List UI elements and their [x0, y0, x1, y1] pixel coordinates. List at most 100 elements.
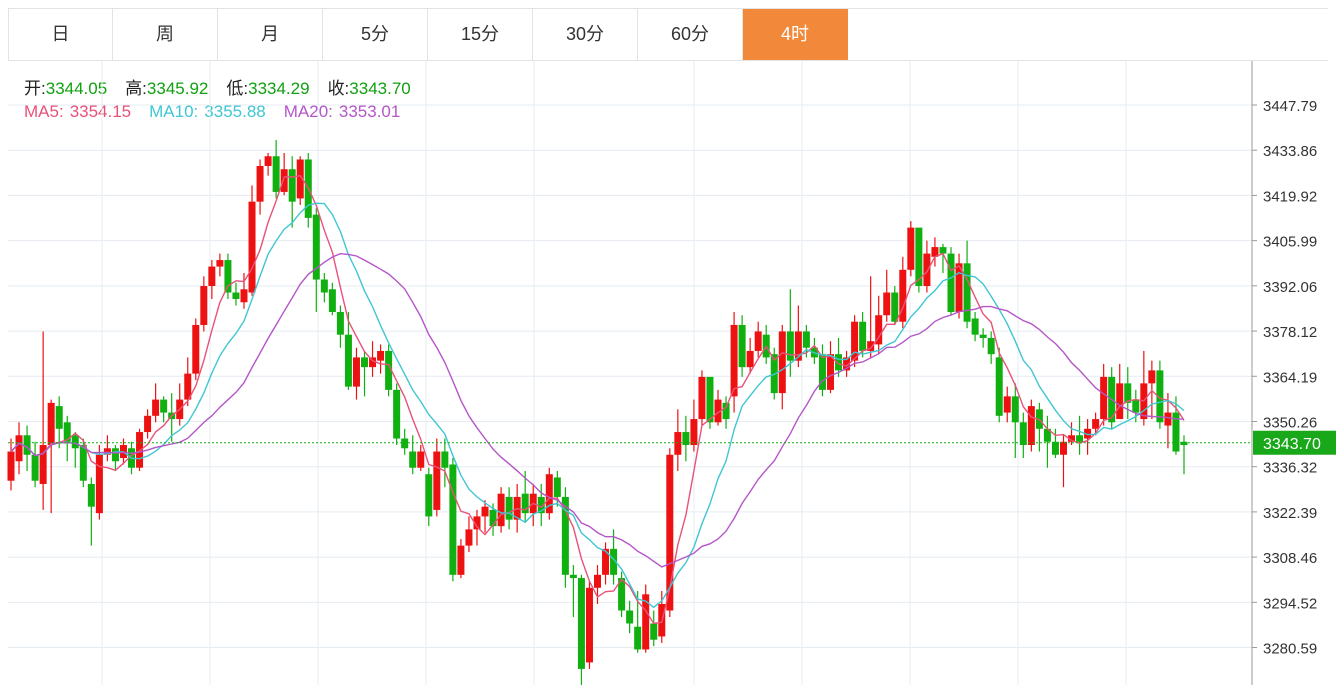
candle[interactable]	[987, 331, 995, 364]
candle[interactable]	[272, 140, 280, 199]
tab-4[interactable]: 15分	[428, 9, 533, 60]
candle[interactable]	[208, 260, 216, 300]
candle[interactable]	[569, 565, 577, 617]
candle[interactable]	[714, 389, 722, 426]
candle[interactable]	[401, 428, 409, 455]
candle[interactable]	[288, 156, 296, 228]
candle[interactable]	[23, 425, 31, 471]
candle[interactable]	[47, 399, 55, 514]
candle[interactable]	[1156, 360, 1164, 429]
candle[interactable]	[55, 396, 63, 449]
candle[interactable]	[626, 600, 634, 634]
candle[interactable]	[369, 341, 377, 377]
candle[interactable]	[754, 321, 762, 358]
candle[interactable]	[1043, 415, 1051, 468]
candle[interactable]	[738, 315, 746, 377]
candle[interactable]	[184, 357, 192, 407]
candle[interactable]	[883, 269, 891, 322]
candle[interactable]	[192, 318, 200, 381]
candle[interactable]	[377, 344, 385, 374]
candle[interactable]	[176, 383, 184, 426]
candle-body	[224, 260, 232, 293]
tab-5[interactable]: 30分	[533, 9, 638, 60]
candle[interactable]	[1019, 412, 1027, 459]
candle[interactable]	[915, 227, 923, 293]
candle[interactable]	[473, 509, 481, 546]
candle[interactable]	[810, 337, 818, 364]
candle[interactable]	[1003, 386, 1011, 423]
candle[interactable]	[674, 409, 682, 471]
candle[interactable]	[216, 253, 224, 277]
tab-6[interactable]: 60分	[638, 9, 743, 60]
candle[interactable]	[618, 571, 626, 617]
candle[interactable]	[352, 347, 360, 400]
candlestick-chart[interactable]: 3447.79 3433.86 3419.92 3405.99 3392.06 3378.…	[0, 61, 1336, 685]
candle[interactable]	[361, 350, 369, 397]
candle[interactable]	[136, 428, 144, 471]
candle[interactable]	[248, 185, 256, 296]
candle-body	[754, 331, 762, 351]
candle[interactable]	[1084, 419, 1092, 455]
candle[interactable]	[103, 435, 111, 462]
period-tab-bar: 日周月 5分 15分 30分 60分 4时	[8, 8, 1328, 61]
candle[interactable]	[393, 383, 401, 446]
candle[interactable]	[818, 344, 826, 397]
candle[interactable]	[826, 341, 834, 394]
candle[interactable]	[256, 159, 264, 215]
candle[interactable]	[71, 432, 79, 468]
candle[interactable]	[200, 276, 208, 332]
candle[interactable]	[1035, 402, 1043, 452]
candle-body	[947, 253, 955, 312]
candle[interactable]	[594, 565, 601, 605]
candle[interactable]	[505, 487, 513, 530]
candle[interactable]	[698, 370, 706, 426]
candle[interactable]	[152, 383, 160, 423]
candle[interactable]	[144, 409, 152, 439]
candle[interactable]	[31, 441, 39, 488]
candle[interactable]	[497, 487, 505, 533]
candle[interactable]	[682, 415, 690, 462]
candle[interactable]	[690, 399, 698, 452]
candle[interactable]	[971, 311, 979, 342]
candle[interactable]	[441, 438, 449, 488]
candle[interactable]	[336, 305, 344, 348]
candle[interactable]	[457, 539, 465, 579]
candle[interactable]	[602, 542, 610, 585]
candle[interactable]	[585, 581, 593, 669]
candle[interactable]	[312, 208, 320, 312]
candle[interactable]	[39, 331, 47, 510]
candle[interactable]	[95, 445, 103, 520]
candle[interactable]	[280, 152, 288, 196]
candle[interactable]	[465, 516, 473, 553]
candle[interactable]	[650, 610, 658, 647]
candle[interactable]	[907, 221, 915, 277]
tab-2[interactable]: 月	[218, 9, 323, 60]
candle[interactable]	[304, 152, 312, 228]
candle[interactable]	[545, 467, 553, 520]
candle[interactable]	[433, 438, 441, 517]
tab-1[interactable]: 周	[113, 9, 218, 60]
candle[interactable]	[899, 256, 907, 329]
candle[interactable]	[561, 487, 569, 588]
candle[interactable]	[344, 311, 352, 390]
candle[interactable]	[577, 574, 585, 685]
candle[interactable]	[1027, 399, 1035, 452]
candle[interactable]	[730, 311, 738, 413]
candle[interactable]	[947, 247, 955, 316]
candle[interactable]	[449, 458, 457, 582]
candle[interactable]	[955, 253, 963, 319]
tab-0[interactable]: 日	[8, 9, 113, 60]
candle[interactable]	[264, 152, 272, 176]
candle[interactable]	[658, 591, 666, 643]
candle[interactable]	[642, 584, 650, 653]
candle[interactable]	[794, 305, 802, 368]
candle[interactable]	[1180, 435, 1188, 475]
candle[interactable]	[320, 273, 328, 303]
tab-7[interactable]: 4时	[743, 9, 848, 60]
candle[interactable]	[7, 438, 15, 491]
tab-3[interactable]: 5分	[323, 9, 428, 60]
candle[interactable]	[409, 435, 417, 475]
candle[interactable]	[328, 282, 336, 316]
candle[interactable]	[160, 396, 168, 423]
candle[interactable]	[875, 295, 883, 355]
